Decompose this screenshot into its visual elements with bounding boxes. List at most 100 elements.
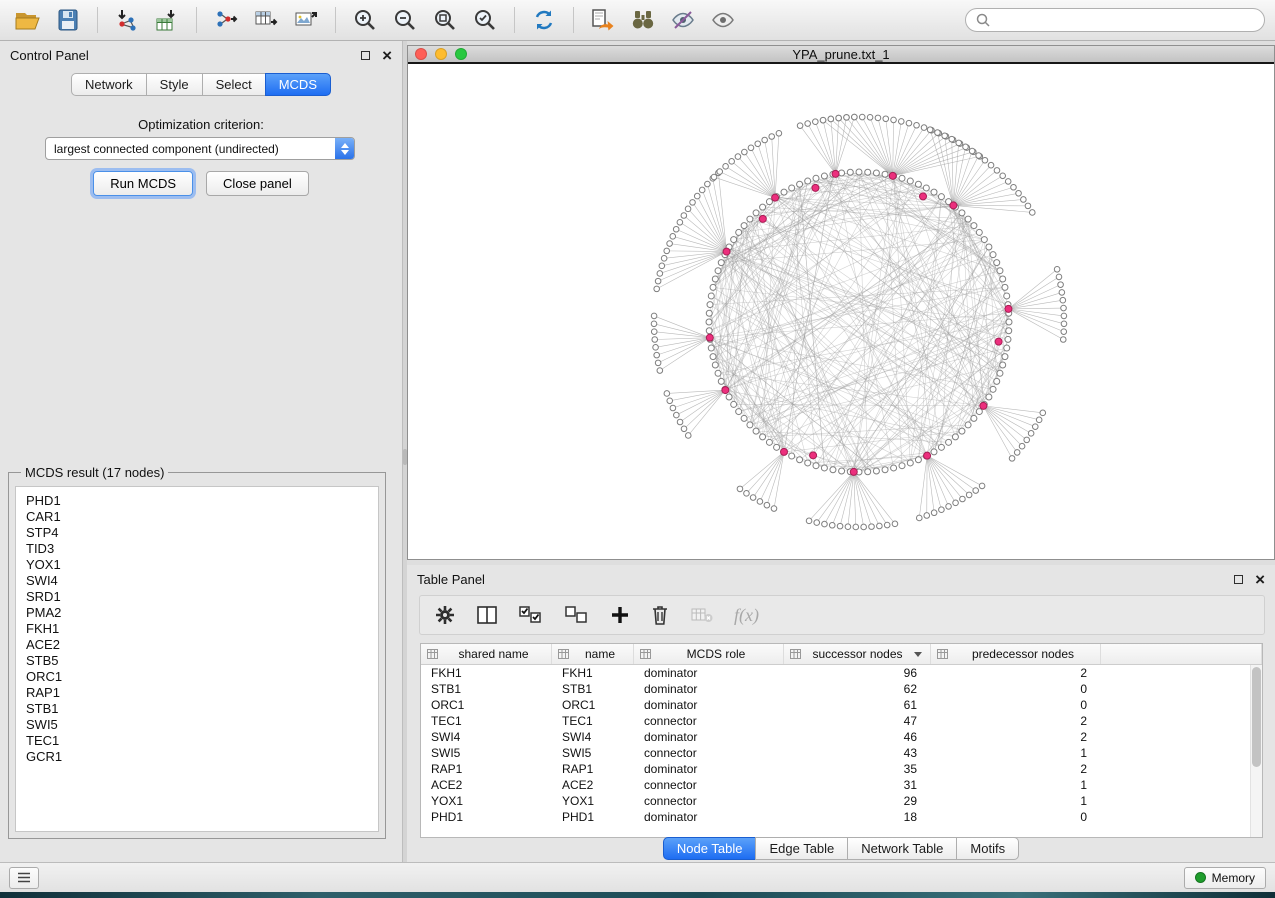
network-node[interactable] bbox=[766, 439, 772, 445]
close-mcds-panel-button[interactable]: Close panel bbox=[206, 171, 309, 196]
network-node[interactable] bbox=[1000, 276, 1006, 282]
mcds-result-item[interactable]: PHD1 bbox=[26, 493, 368, 509]
table-cell[interactable]: connector bbox=[634, 778, 784, 792]
network-node[interactable] bbox=[899, 463, 905, 469]
network-node[interactable] bbox=[1028, 431, 1034, 437]
table-row[interactable]: FKH1FKH1dominator962 bbox=[421, 665, 1262, 681]
network-node[interactable] bbox=[1061, 321, 1067, 327]
zoom-fit-button[interactable] bbox=[427, 4, 463, 36]
network-node[interactable] bbox=[657, 368, 663, 374]
network-node[interactable] bbox=[820, 117, 826, 123]
add-column-button[interactable] bbox=[610, 605, 630, 625]
network-node[interactable] bbox=[981, 237, 987, 243]
network-node[interactable] bbox=[670, 234, 676, 240]
network-node[interactable] bbox=[865, 469, 871, 475]
network-node[interactable] bbox=[882, 171, 888, 177]
share-document-button[interactable] bbox=[585, 4, 621, 36]
network-node[interactable] bbox=[760, 204, 766, 210]
table-cell[interactable]: dominator bbox=[634, 682, 784, 696]
table-cell[interactable]: 1 bbox=[931, 746, 1101, 760]
zoom-in-button[interactable] bbox=[347, 4, 383, 36]
network-node[interactable] bbox=[1000, 173, 1006, 179]
network-node[interactable] bbox=[971, 415, 977, 421]
table-cell[interactable]: YOX1 bbox=[421, 794, 552, 808]
network-node[interactable] bbox=[923, 185, 929, 191]
network-node[interactable] bbox=[674, 412, 680, 418]
mcds-result-item[interactable]: TEC1 bbox=[26, 733, 368, 749]
table-cell[interactable]: 2 bbox=[931, 714, 1101, 728]
table-row[interactable]: RAP1RAP1dominator352 bbox=[421, 761, 1262, 777]
network-node[interactable] bbox=[677, 419, 683, 425]
mcds-result-item[interactable]: ACE2 bbox=[26, 637, 368, 653]
table-row[interactable]: SWI5SWI5connector431 bbox=[421, 745, 1262, 761]
network-node[interactable] bbox=[869, 524, 875, 530]
network-node[interactable] bbox=[1006, 319, 1012, 325]
network-node[interactable] bbox=[708, 293, 714, 299]
table-cell[interactable]: 0 bbox=[931, 682, 1101, 696]
network-node[interactable] bbox=[891, 465, 897, 471]
table-cell[interactable]: 62 bbox=[784, 682, 931, 696]
network-node[interactable] bbox=[774, 444, 780, 450]
network-node[interactable] bbox=[781, 189, 787, 195]
table-row[interactable]: PHD1PHD1dominator180 bbox=[421, 809, 1262, 825]
network-node[interactable] bbox=[976, 229, 982, 235]
table-cell[interactable]: connector bbox=[634, 794, 784, 808]
dominator-node[interactable] bbox=[723, 248, 730, 255]
table-row[interactable]: TEC1TEC1connector472 bbox=[421, 713, 1262, 729]
table-cell[interactable]: 2 bbox=[931, 730, 1101, 744]
mcds-result-item[interactable]: SRD1 bbox=[26, 589, 368, 605]
network-node[interactable] bbox=[1005, 336, 1011, 342]
table-cell[interactable]: dominator bbox=[634, 698, 784, 712]
network-node[interactable] bbox=[877, 523, 883, 529]
dominator-node[interactable] bbox=[781, 448, 788, 455]
network-node[interactable] bbox=[836, 115, 842, 121]
mcds-result-item[interactable]: YOX1 bbox=[26, 557, 368, 573]
table-scrollbar-thumb[interactable] bbox=[1252, 667, 1261, 767]
network-node[interactable] bbox=[1060, 337, 1066, 343]
export-table-button[interactable] bbox=[248, 4, 284, 36]
network-node[interactable] bbox=[1006, 328, 1012, 334]
network-node[interactable] bbox=[882, 467, 888, 473]
network-node[interactable] bbox=[914, 122, 920, 128]
network-node[interactable] bbox=[853, 524, 859, 530]
mcds-result-item[interactable]: SWI4 bbox=[26, 573, 368, 589]
dominator-node[interactable] bbox=[759, 215, 766, 222]
network-node[interactable] bbox=[677, 220, 683, 226]
network-node[interactable] bbox=[706, 310, 712, 316]
save-session-button[interactable] bbox=[50, 4, 86, 36]
tab-network-table[interactable]: Network Table bbox=[847, 837, 957, 860]
network-node[interactable] bbox=[938, 194, 944, 200]
close-window-button[interactable] bbox=[415, 48, 427, 60]
network-node[interactable] bbox=[735, 154, 741, 160]
network-node[interactable] bbox=[729, 159, 735, 165]
network-node[interactable] bbox=[873, 170, 879, 176]
mcds-result-item[interactable]: STP4 bbox=[26, 525, 368, 541]
network-node[interactable] bbox=[764, 502, 770, 508]
network-node[interactable] bbox=[694, 193, 700, 199]
network-node[interactable] bbox=[715, 370, 721, 376]
table-cell[interactable]: SWI5 bbox=[552, 746, 634, 760]
network-node[interactable] bbox=[797, 123, 803, 129]
network-node[interactable] bbox=[965, 216, 971, 222]
maximize-window-button[interactable] bbox=[455, 48, 467, 60]
network-node[interactable] bbox=[685, 206, 691, 212]
network-node[interactable] bbox=[797, 181, 803, 187]
network-node[interactable] bbox=[731, 237, 737, 243]
table-cell[interactable]: 2 bbox=[931, 666, 1101, 680]
network-node[interactable] bbox=[966, 492, 972, 498]
network-node[interactable] bbox=[655, 360, 661, 366]
network-node[interactable] bbox=[710, 284, 716, 290]
optimization-criterion-select[interactable]: largest connected component (undirected) bbox=[45, 137, 355, 160]
network-node[interactable] bbox=[1005, 179, 1011, 185]
show-display-button[interactable] bbox=[705, 4, 741, 36]
network-node[interactable] bbox=[938, 444, 944, 450]
zoom-out-button[interactable] bbox=[387, 4, 423, 36]
network-node[interactable] bbox=[821, 465, 827, 471]
network-node[interactable] bbox=[1060, 297, 1066, 303]
network-node[interactable] bbox=[973, 488, 979, 494]
dominator-node[interactable] bbox=[810, 452, 817, 459]
network-node[interactable] bbox=[845, 524, 851, 530]
dominator-node[interactable] bbox=[722, 387, 729, 394]
network-node[interactable] bbox=[755, 141, 761, 147]
network-node[interactable] bbox=[750, 495, 756, 501]
